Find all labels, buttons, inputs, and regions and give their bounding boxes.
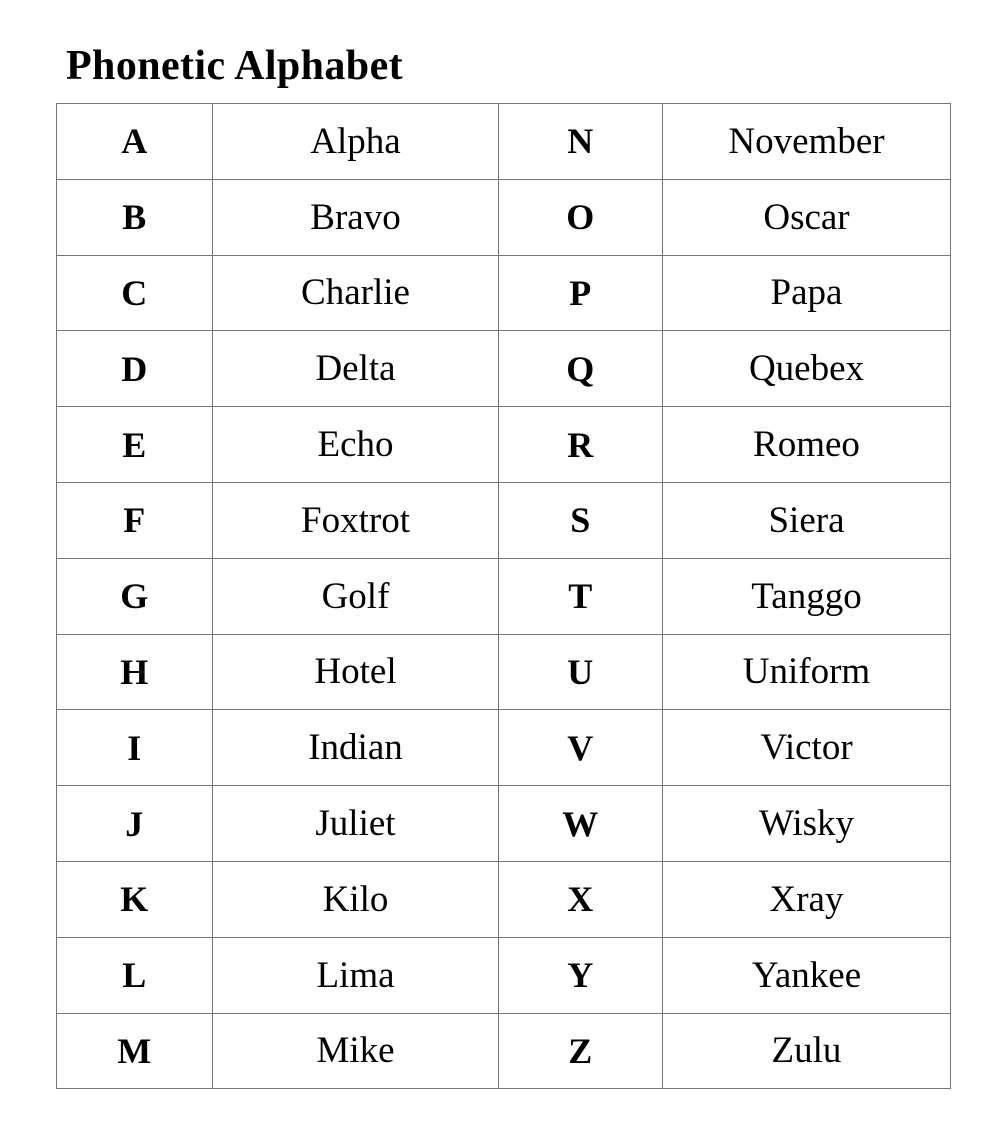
word-cell-left: Bravo: [212, 178, 499, 256]
letter-cell-left: G: [56, 557, 213, 635]
word-cell-left: Juliet: [212, 785, 499, 862]
word-cell-left: Lima: [212, 936, 499, 1014]
letter-cell-left: E: [56, 406, 213, 483]
letter-cell-left: A: [56, 103, 213, 180]
letter-cell-left: M: [56, 1012, 213, 1090]
word-cell-left: Echo: [212, 406, 499, 483]
letter-cell-right: V: [498, 709, 663, 787]
word-cell-right: Papa: [662, 254, 951, 332]
letter-cell-right: R: [498, 406, 663, 483]
word-cell-left: Delta: [212, 330, 499, 408]
letter-cell-left: J: [56, 785, 213, 862]
letter-cell-right: P: [498, 254, 663, 332]
word-cell-right: Quebex: [662, 330, 951, 408]
table-row: A Alpha N November: [56, 103, 951, 180]
word-cell-left: Hotel: [212, 633, 499, 711]
word-cell-left: Golf: [212, 557, 499, 635]
table-row: H Hotel U Uniform: [56, 633, 951, 711]
word-cell-left: Foxtrot: [212, 481, 499, 559]
table-row: F Foxtrot S Siera: [56, 481, 951, 559]
table-body: A Alpha N November B Bravo O Oscar C Charlie P Papa…: [56, 103, 951, 1090]
letter-cell-right: O: [498, 178, 663, 256]
word-cell-right: Siera: [662, 481, 951, 559]
letter-cell-right: Y: [498, 936, 663, 1014]
table-row: L Lima Y Yankee: [56, 936, 951, 1014]
table-row: K Kilo X Xray: [56, 860, 951, 938]
letter-cell-left: D: [56, 330, 213, 408]
letter-cell-right: U: [498, 633, 663, 711]
letter-cell-left: I: [56, 709, 213, 787]
word-cell-right: Tanggo: [662, 557, 951, 635]
word-cell-right: Xray: [662, 860, 951, 938]
word-cell-left: Alpha: [212, 103, 499, 180]
table-row: G Golf T Tanggo: [56, 557, 951, 635]
phonetic-alphabet-table-container: A Alpha N November B Bravo O Oscar C Charlie P Papa…: [56, 103, 951, 1090]
letter-cell-left: K: [56, 860, 213, 938]
letter-cell-right: W: [498, 785, 663, 862]
letter-cell-left: H: [56, 633, 213, 711]
letter-cell-left: L: [56, 936, 213, 1014]
word-cell-right: Victor: [662, 709, 951, 787]
table-row: M Mike Z Zulu: [56, 1012, 951, 1090]
word-cell-right: Romeo: [662, 406, 951, 483]
table-row: I Indian V Victor: [56, 709, 951, 787]
word-cell-right: Zulu: [662, 1012, 951, 1090]
letter-cell-left: B: [56, 178, 213, 256]
table-row: E Echo R Romeo: [56, 406, 951, 483]
word-cell-left: Kilo: [212, 860, 499, 938]
word-cell-left: Charlie: [212, 254, 499, 332]
table-row: D Delta Q Quebex: [56, 330, 951, 408]
letter-cell-right: T: [498, 557, 663, 635]
word-cell-left: Indian: [212, 709, 499, 787]
word-cell-right: November: [662, 103, 951, 180]
phonetic-alphabet-table: A Alpha N November B Bravo O Oscar C Charlie P Papa…: [56, 103, 951, 1090]
word-cell-left: Mike: [212, 1012, 499, 1090]
word-cell-right: Oscar: [662, 178, 951, 256]
letter-cell-right: X: [498, 860, 663, 938]
letter-cell-left: F: [56, 481, 213, 559]
letter-cell-left: C: [56, 254, 213, 332]
page-title: Phonetic Alphabet: [66, 43, 403, 90]
word-cell-right: Yankee: [662, 936, 951, 1014]
letter-cell-right: Q: [498, 330, 663, 408]
word-cell-right: Uniform: [662, 633, 951, 711]
letter-cell-right: Z: [498, 1012, 663, 1090]
word-cell-right: Wisky: [662, 785, 951, 862]
table-row: B Bravo O Oscar: [56, 178, 951, 256]
table-row: J Juliet W Wisky: [56, 785, 951, 862]
letter-cell-right: N: [498, 103, 663, 180]
table-row: C Charlie P Papa: [56, 254, 951, 332]
letter-cell-right: S: [498, 481, 663, 559]
